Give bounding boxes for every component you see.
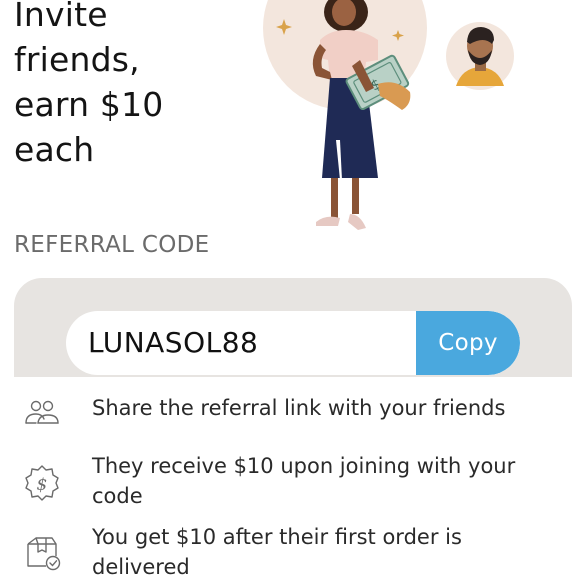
- referral-code-value[interactable]: LUNASOL88: [88, 311, 258, 375]
- title-line-4: each: [14, 130, 95, 169]
- step-receive-text: They receive $10 upon joining with your …: [92, 454, 516, 508]
- steps-list: Share the referral link with your friend…: [0, 377, 580, 580]
- title-line-2: friends,: [14, 40, 140, 79]
- step-share-text: Share the referral link with your friend…: [92, 396, 506, 420]
- referral-code-label: REFERRAL CODE: [14, 232, 210, 258]
- copy-button[interactable]: Copy: [416, 311, 520, 375]
- referral-code-field[interactable]: LUNASOL88 Copy: [66, 311, 520, 375]
- page-title: Invite friends, earn $10 each: [14, 0, 254, 172]
- people-icon: [25, 400, 59, 424]
- step-reward-text: You get $10 after their first order is d…: [92, 525, 462, 579]
- svg-text:$: $: [37, 475, 48, 495]
- title-line-1: Invite: [14, 0, 108, 34]
- woman-holding-cash-illustration: $: [263, 0, 514, 230]
- dollar-badge-icon: $: [25, 465, 59, 501]
- title-line-3: earn $10: [14, 85, 164, 124]
- delivered-box-icon: [27, 537, 61, 571]
